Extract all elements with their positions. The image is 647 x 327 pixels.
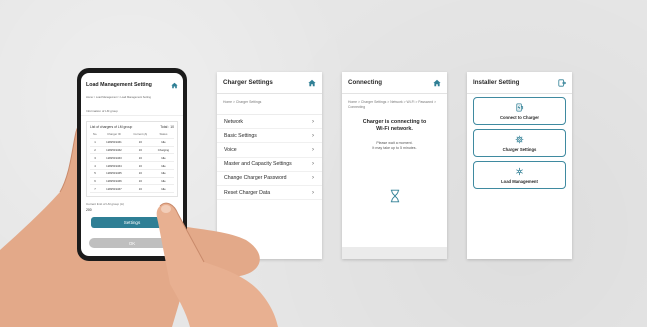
pointing-hand <box>156 202 278 327</box>
